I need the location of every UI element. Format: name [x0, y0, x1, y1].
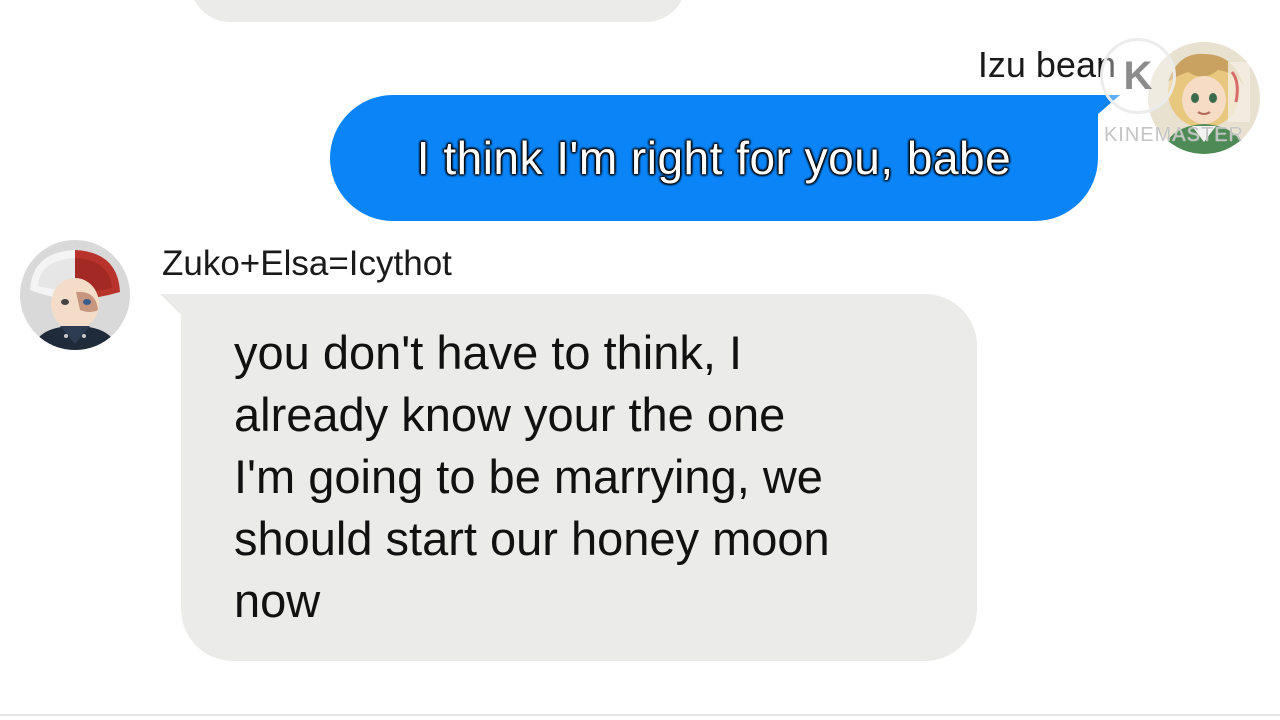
previous-message-bubble[interactable] [190, 0, 686, 22]
received-message-bubble[interactable]: you don't have to think, I already know … [181, 294, 977, 661]
avatar-zuko-elsa-image [20, 240, 130, 350]
received-message-sender-name: Zuko+Elsa=Icythot [162, 244, 452, 283]
avatar-zuko-elsa-icon[interactable] [20, 240, 130, 350]
sent-message-text: I think I'm right for you, babe [416, 132, 1012, 184]
received-message-text: you don't have to think, I already know … [234, 326, 830, 627]
sent-message-bubble[interactable]: I think I'm right for you, babe [330, 95, 1098, 221]
chat-screen: Izu bean I think I'm right for you, babe… [0, 0, 1280, 720]
sent-message-sender-name: Izu bean [977, 44, 1116, 85]
bottom-divider [0, 714, 1280, 716]
kinemaster-watermark-text: KINEMASTER [1103, 124, 1244, 146]
kinemaster-logo-icon: K [1100, 38, 1176, 114]
